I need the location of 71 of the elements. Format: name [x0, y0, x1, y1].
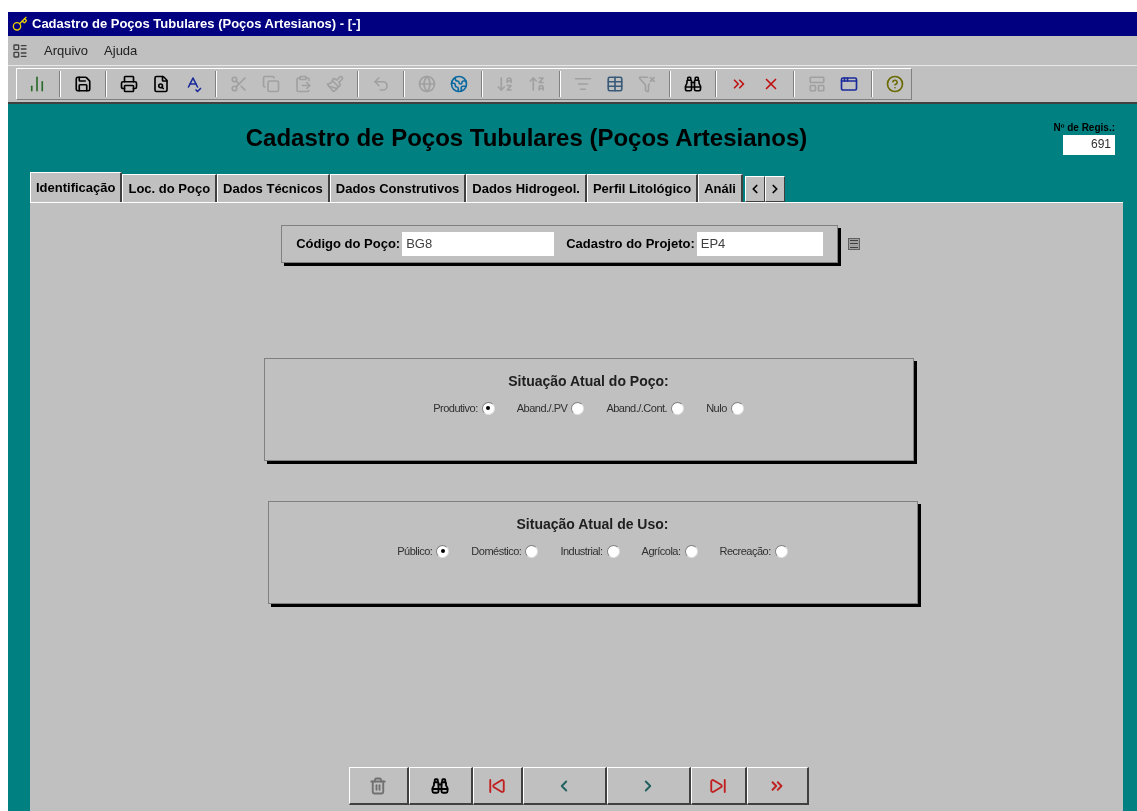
option-label: Aband./.Cont.	[606, 401, 668, 416]
key-icon	[12, 16, 28, 32]
option-label: Agrícola:	[641, 544, 681, 559]
field-label: Cadastro do Projeto:	[566, 235, 695, 254]
option-label: Nulo	[706, 401, 727, 416]
find-button[interactable]	[408, 767, 473, 805]
group-title: Situação Atual do Poço:	[508, 372, 669, 391]
option-label: Doméstico:	[471, 544, 522, 559]
scroll-right-button[interactable]	[764, 176, 785, 202]
radio-button[interactable]	[571, 401, 585, 415]
radio-button[interactable]	[525, 544, 539, 558]
brush-icon	[326, 75, 344, 93]
funnel-icon	[638, 75, 656, 93]
group-title: Situação Atual de Uso:	[516, 515, 669, 534]
tab[interactable]: Análi	[698, 174, 743, 202]
radio-button[interactable]	[481, 401, 495, 415]
radio-button[interactable]	[606, 544, 620, 558]
new-window-icon	[840, 75, 858, 93]
input-field[interactable]: BG8	[402, 232, 555, 256]
help-icon	[886, 75, 904, 93]
last-record-icon	[709, 776, 727, 795]
paste-icon	[294, 75, 312, 93]
record-number-label: Nº de Regis.:	[1053, 121, 1115, 135]
first-record-icon	[488, 776, 506, 795]
tab[interactable]: Loc. do Poço	[122, 174, 218, 202]
sort-ascending-icon	[496, 75, 514, 93]
form-title: Cadastro de Poços Tubulares (Poços Artesianos)	[245, 123, 809, 153]
option-label: Público:	[397, 544, 433, 559]
radio-button[interactable]	[671, 401, 685, 415]
form-icon[interactable]	[12, 42, 28, 59]
input-field[interactable]: EP4	[696, 232, 823, 256]
undo-icon	[372, 75, 390, 93]
option-label: Aband./.PV	[516, 401, 568, 416]
copy-icon	[262, 75, 280, 93]
radio-button[interactable]	[436, 544, 450, 558]
print-preview-icon	[152, 75, 170, 93]
tab[interactable]: Perfil Litológico	[586, 174, 699, 202]
lookup-icon[interactable]	[847, 238, 860, 250]
radio-button[interactable]	[684, 544, 698, 558]
globe-icon	[418, 75, 436, 93]
scroll-left-button[interactable]	[744, 176, 765, 202]
delete-icon	[369, 776, 387, 795]
find-icon	[684, 75, 702, 93]
field-label: Código do Poço:	[296, 235, 401, 254]
filter-icon	[574, 75, 592, 93]
previous-record-button[interactable]	[522, 767, 607, 805]
tab[interactable]: Dados Construtivos	[329, 174, 467, 202]
tab[interactable]: Identificação	[30, 172, 123, 202]
earth-icon	[450, 75, 468, 93]
first-record-button[interactable]	[472, 767, 523, 805]
find-icon	[431, 776, 449, 795]
window-icon	[808, 75, 826, 93]
menu-item[interactable]: Arquivo	[44, 40, 89, 61]
menu-item[interactable]: Ajuda	[104, 40, 138, 61]
window-title: Cadastro de Poços Tubulares (Poços Artesianos) - [-]	[32, 15, 361, 34]
chart-icon	[28, 75, 46, 93]
save-icon	[74, 75, 92, 93]
sort-descending-icon	[528, 75, 546, 93]
radio-button[interactable]	[774, 544, 788, 558]
delete-button[interactable]	[348, 767, 409, 805]
option-label: Recreação:	[719, 544, 771, 559]
cut-icon	[230, 75, 248, 93]
last-record-button[interactable]	[690, 767, 747, 805]
option-label: Produtivo:	[433, 401, 478, 416]
tab[interactable]: Dados Hidrogeol.	[466, 174, 587, 202]
option-label: Industrial:	[560, 544, 603, 559]
printer-icon	[120, 75, 138, 93]
tab[interactable]: Dados Técnicos	[217, 174, 330, 202]
next-record-button[interactable]	[606, 767, 691, 805]
record-number-field: 691	[1063, 135, 1115, 155]
radio-button[interactable]	[730, 401, 744, 415]
